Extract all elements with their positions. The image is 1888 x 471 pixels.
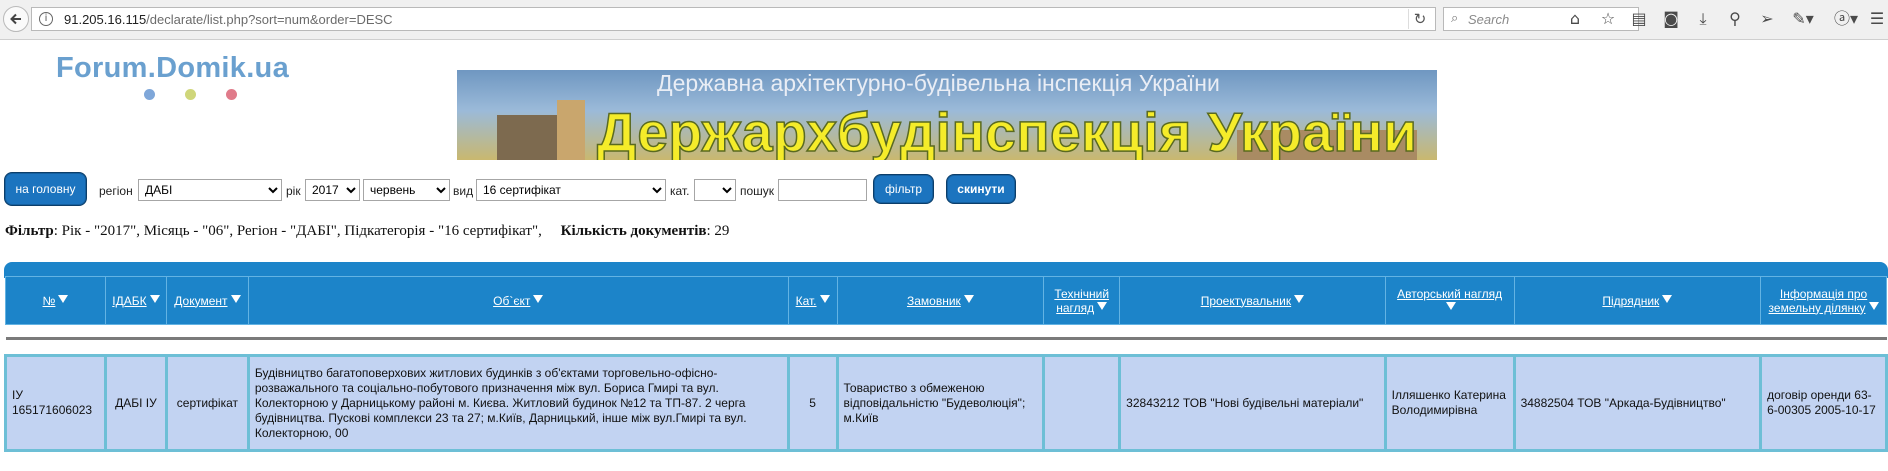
- search-icon: ⌕: [1451, 11, 1459, 26]
- table-spacer: [5, 340, 1887, 356]
- sort-link-idabk[interactable]: ІДАБК: [112, 294, 146, 308]
- type-select[interactable]: 16 сертифікат: [476, 179, 666, 201]
- browser-toolbar: i 91.205.16.115/declarate/list.php?sort=…: [0, 0, 1888, 40]
- table-spacer: [5, 324, 1887, 337]
- cell-document: сертифікат: [164, 354, 250, 452]
- document-count-label: Кількість документів: [560, 223, 707, 239]
- sort-desc-icon[interactable]: [819, 294, 830, 303]
- document-count-value: : 29: [706, 223, 730, 239]
- column-header-tech-supervision[interactable]: Технічний нагляд: [1043, 276, 1121, 325]
- filter-summary-label: Фільтр: [5, 223, 54, 239]
- bookmark-star-icon[interactable]: ☆: [1597, 9, 1619, 29]
- pocket-icon[interactable]: ◙: [1660, 9, 1682, 29]
- month-select[interactable]: червень: [363, 179, 450, 201]
- table-row[interactable]: ІУ 165171606023 ДАБІ ІУ сертифікат Будів…: [4, 354, 1888, 452]
- address-bar[interactable]: i 91.205.16.115/declarate/list.php?sort=…: [31, 7, 1436, 31]
- logo-dot-pink: [226, 89, 237, 100]
- extension-menu-icon[interactable]: ✎▾: [1788, 9, 1818, 29]
- sort-link-customer[interactable]: Замовник: [907, 294, 961, 308]
- sort-link-land-info[interactable]: Інформація про земельну ділянку: [1769, 287, 1868, 315]
- sort-desc-icon[interactable]: [1662, 294, 1673, 303]
- banner-title: Держархбудінспекція України: [596, 100, 1418, 160]
- sort-desc-icon[interactable]: [533, 294, 544, 303]
- reading-list-icon[interactable]: ▤: [1628, 9, 1650, 29]
- sort-desc-icon[interactable]: [1294, 294, 1305, 303]
- cell-category: 5: [786, 354, 839, 452]
- adblock-icon[interactable]: ⓐ▾: [1830, 9, 1862, 29]
- cell-designer: 32843212 ТОВ "Нові будівельні матеріали": [1118, 354, 1387, 452]
- spacer-cell: [5, 324, 1887, 337]
- home-button[interactable]: на головну: [5, 173, 86, 205]
- reset-button[interactable]: скинути: [947, 175, 1015, 203]
- column-header-object[interactable]: Об`єкт: [247, 276, 789, 325]
- sort-desc-icon[interactable]: [58, 294, 69, 303]
- category-label: кат.: [670, 184, 690, 198]
- search-input[interactable]: [778, 179, 867, 201]
- url-text: 91.205.16.115/declarate/list.php?sort=nu…: [64, 12, 393, 27]
- region-select[interactable]: ДАБІ: [138, 179, 282, 201]
- back-button[interactable]: [3, 6, 29, 32]
- filter-summary: Фільтр: Рік - "2017", Місяць - "06", Рег…: [5, 223, 729, 240]
- banner-subtitle: Державна архітектурно-будівельна інспекц…: [657, 70, 1220, 96]
- column-header-document[interactable]: Документ: [165, 276, 249, 325]
- cell-object: Будівництво багатоповерхових житлових бу…: [246, 354, 790, 452]
- cell-author-supervision: Ілляшенко Катерина Володимирівна: [1383, 354, 1516, 452]
- filter-button[interactable]: фільтр: [874, 175, 933, 203]
- column-header-num[interactable]: №: [5, 276, 106, 325]
- column-header-contractor[interactable]: Підрядник: [1513, 276, 1762, 325]
- sort-link-object[interactable]: Об`єкт: [493, 294, 530, 308]
- table-header-row: № ІДАБК Документ Об`єкт Кат. Замовник Те…: [5, 276, 1887, 325]
- region-label: регіон: [99, 184, 133, 198]
- cell-land-info: договір оренди 63-6-00305 2005-10-17: [1759, 354, 1888, 452]
- cell-num: ІУ 165171606023: [4, 354, 107, 452]
- column-header-author-supervision[interactable]: Авторський нагляд: [1384, 276, 1515, 325]
- logo-dot-yellow: [185, 89, 196, 100]
- sort-desc-icon[interactable]: [149, 294, 160, 303]
- pin-icon[interactable]: ⚲: [1724, 9, 1746, 29]
- documents-table: № ІДАБК Документ Об`єкт Кат. Замовник Те…: [4, 276, 1888, 452]
- category-select[interactable]: [694, 179, 736, 201]
- column-header-category[interactable]: Кат.: [787, 276, 838, 325]
- cell-idabk: ДАБІ ІУ: [103, 354, 168, 452]
- header-banner: Державна архітектурно-будівельна інспекц…: [457, 70, 1437, 160]
- url-path: /declarate/list.php?sort=num&order=DESC: [146, 12, 393, 27]
- sort-link-tech-supervision[interactable]: Технічний нагляд: [1054, 287, 1109, 315]
- reload-icon[interactable]: ↻: [1408, 9, 1431, 29]
- sort-link-category[interactable]: Кат.: [796, 294, 817, 308]
- sort-desc-icon[interactable]: [963, 294, 974, 303]
- sort-link-author-supervision[interactable]: Авторський нагляд: [1397, 287, 1502, 301]
- site-logo[interactable]: Forum.Domik.ua: [56, 52, 289, 85]
- sort-link-num[interactable]: №: [43, 294, 56, 308]
- sort-link-document[interactable]: Документ: [174, 294, 227, 308]
- cell-contractor: 34882504 ТОВ "Аркада-Будівництво": [1512, 354, 1763, 452]
- column-header-idabk[interactable]: ІДАБК: [104, 276, 167, 325]
- spacer-cell: [5, 340, 1887, 356]
- type-label: вид: [453, 184, 474, 198]
- sort-desc-icon[interactable]: [1446, 301, 1457, 310]
- year-select[interactable]: 2017: [305, 179, 360, 201]
- send-icon[interactable]: ➢: [1756, 9, 1778, 29]
- banner-tower: [557, 100, 585, 160]
- sort-desc-icon[interactable]: [230, 294, 241, 303]
- cell-tech-supervision: [1042, 354, 1122, 452]
- sort-desc-icon[interactable]: [1868, 301, 1879, 310]
- back-arrow-icon: [10, 13, 21, 25]
- sort-desc-icon[interactable]: [1097, 301, 1108, 310]
- column-header-designer[interactable]: Проектувальник: [1119, 276, 1386, 325]
- hamburger-menu-icon[interactable]: ☰: [1868, 9, 1886, 29]
- download-icon[interactable]: ⤓: [1692, 9, 1714, 29]
- search-label: пошук: [740, 184, 775, 198]
- sort-link-contractor[interactable]: Підрядник: [1602, 294, 1659, 308]
- info-icon[interactable]: i: [39, 12, 53, 26]
- filter-summary-text: : Рік - "2017", Місяць - "06", Регіон - …: [53, 223, 542, 239]
- sort-link-designer[interactable]: Проектувальник: [1201, 294, 1291, 308]
- year-label: рік: [286, 184, 301, 198]
- column-header-customer[interactable]: Замовник: [836, 276, 1045, 325]
- documents-table-wrap: № ІДАБК Документ Об`єкт Кат. Замовник Те…: [4, 262, 1888, 471]
- logo-dot-blue: [144, 89, 155, 100]
- home-icon[interactable]: ⌂: [1564, 9, 1586, 29]
- column-header-land-info[interactable]: Інформація про земельну ділянку: [1760, 276, 1887, 325]
- cell-customer: Товариство з обмеженою відповідальністю …: [835, 354, 1046, 452]
- url-host: 91.205.16.115: [64, 12, 147, 27]
